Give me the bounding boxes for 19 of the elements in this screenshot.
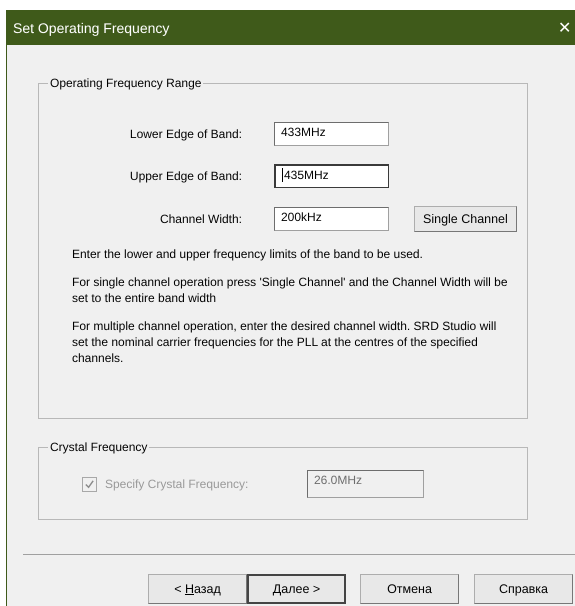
single-channel-button[interactable]: Single Channel [414,206,517,232]
group-title: Crystal Frequency [48,440,150,454]
help-text: For single channel operation press 'Single Channel' and the Channel Width will be set to the entire band width [72,274,508,306]
input-field[interactable]: 200kHz [274,207,389,231]
wizard-button[interactable]: < Назад [148,574,247,604]
wizard-button[interactable]: Отмена [360,574,459,604]
help-text: Enter the lower and upper frequency limits of the band to be used. [72,246,424,262]
window-title: Set Operating Frequency [13,20,170,36]
field-label: Lower Edge of Band: [130,127,242,141]
group-title: Operating Frequency Range [48,76,204,90]
input-field[interactable]: 435MHz [274,164,389,188]
close-button[interactable]: ✕ [554,18,575,38]
wizard-button[interactable]: Далее > [247,574,346,604]
checkbox-label: Specify Crystal Frequency: [105,477,250,491]
field-label: Channel Width: [160,212,242,226]
wizard-button[interactable]: Справка [474,574,573,604]
input-field[interactable]: 433MHz [274,122,389,146]
field-label: Upper Edge of Band: [130,169,242,183]
help-text: For multiple channel operation, enter the desired channel width. SRD Studio will set the nominal carrier frequencies for the PLL at the centres of the specified channels. [72,318,498,366]
